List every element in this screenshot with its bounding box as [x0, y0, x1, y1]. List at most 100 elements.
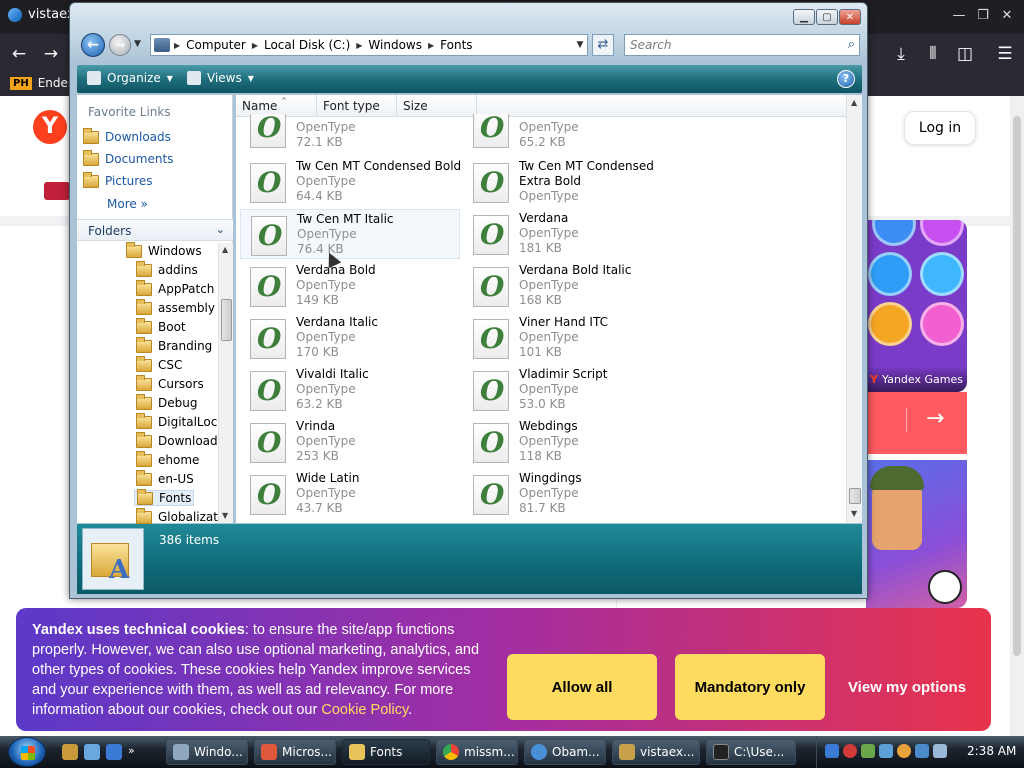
maximize-icon[interactable]: ▢ — [816, 9, 838, 25]
favorite-link-downloads[interactable]: Downloads — [83, 127, 171, 144]
tree-item[interactable]: Globalizatio — [136, 507, 229, 524]
favorite-link-documents[interactable]: Documents — [83, 149, 173, 166]
scroll-up-icon[interactable]: ▲ — [851, 98, 857, 107]
monitor-icon[interactable] — [915, 744, 929, 758]
volume-icon[interactable] — [933, 744, 947, 758]
breadcrumb-segment[interactable]: ▶ Local Disk (C:) — [252, 38, 350, 52]
clock[interactable]: 2:38 AM — [967, 744, 1016, 758]
font-file-item[interactable]: Viner Hand ITC OpenType 101 KB — [463, 313, 683, 363]
quicklaunch-app-icon[interactable] — [62, 744, 78, 760]
scrollbar-thumb[interactable] — [1013, 116, 1021, 656]
forward-button[interactable]: → — [109, 34, 131, 56]
taskbar-button[interactable]: C:\Use... — [706, 739, 796, 765]
font-file-item[interactable]: Vivaldi Italic OpenType 63.2 KB — [240, 365, 460, 415]
sidebar-icon[interactable]: ◫ — [954, 43, 976, 65]
font-file-item[interactable]: Tw Cen MT Italic OpenType 76.4 KB — [240, 209, 460, 259]
more-links-button[interactable]: More » — [107, 197, 148, 211]
chevron-down-icon[interactable]: ⌄ — [216, 223, 225, 236]
tree-item[interactable]: Boot — [136, 317, 186, 334]
tree-item-windows[interactable]: Windows — [126, 241, 202, 258]
download-icon[interactable]: ⤓ — [890, 43, 912, 65]
search-input[interactable]: Search ⌕ — [624, 34, 860, 56]
taskbar-button[interactable]: missm... — [436, 739, 518, 765]
promo-thumbnail[interactable] — [44, 182, 70, 200]
tree-item[interactable]: en-US — [136, 469, 194, 486]
minimize-icon[interactable]: — — [950, 6, 968, 24]
font-file-item[interactable]: Verdana Bold Italic OpenType 168 KB — [463, 261, 683, 311]
browser-tab[interactable]: vistaexl — [8, 7, 78, 22]
tree-item[interactable]: addins — [136, 260, 198, 277]
font-file-item[interactable]: Wingdings OpenType 81.7 KB — [463, 469, 683, 519]
taskbar-button[interactable]: Obam... — [524, 739, 606, 765]
address-bar[interactable]: ▶ Computer ▶ Local Disk (C:) ▶ Windows ▶ Fon… — [150, 34, 588, 56]
tray-app-icon[interactable] — [861, 744, 875, 758]
carousel-next[interactable]: → — [866, 392, 967, 454]
allow-all-button[interactable]: Allow all — [507, 654, 657, 720]
tree-item[interactable]: ehome — [136, 450, 199, 467]
tree-item[interactable]: Debug — [136, 393, 197, 410]
tree-item[interactable]: AppPatch — [136, 279, 214, 296]
font-file-item[interactable]: OpenType 72.1 KB — [240, 114, 460, 154]
tree-item[interactable]: Branding — [136, 336, 212, 353]
font-file-item[interactable]: Verdana OpenType 181 KB — [463, 209, 683, 259]
close-icon[interactable]: ✕ — [998, 6, 1016, 24]
start-button[interactable] — [8, 737, 46, 767]
tree-item[interactable]: Cursors — [136, 374, 204, 391]
folders-header[interactable]: Folders ⌄ — [77, 219, 233, 241]
game-promo-card[interactable] — [866, 460, 967, 608]
tree-item[interactable]: DigitalLock — [136, 412, 224, 429]
forward-arrow-icon[interactable]: → — [40, 43, 62, 65]
breadcrumb-segment[interactable]: ▶ Windows — [356, 38, 422, 52]
tree-item[interactable]: assembly — [136, 298, 215, 315]
breadcrumb-segment[interactable]: ▶ Computer — [174, 38, 246, 52]
font-file-item[interactable]: Wide Latin OpenType 43.7 KB — [240, 469, 460, 519]
show-desktop-icon[interactable] — [84, 744, 100, 760]
column-header-name[interactable]: Name ^ — [242, 97, 287, 113]
recent-pages-dropdown[interactable]: ▼ — [134, 39, 141, 49]
font-file-item[interactable]: Verdana Italic OpenType 170 KB — [240, 313, 460, 363]
favorite-link-pictures[interactable]: Pictures — [83, 171, 153, 188]
cookie-policy-link[interactable]: Cookie Policy — [321, 702, 408, 718]
network-icon[interactable] — [825, 744, 839, 758]
minimize-icon[interactable]: ▁ — [793, 9, 815, 25]
breadcrumb-segment[interactable]: ▶ Fonts — [428, 38, 473, 52]
font-file-item[interactable]: Tw Cen MT Condensed Bold OpenType 64.4 K… — [240, 157, 461, 207]
search-tray-icon[interactable] — [897, 744, 911, 758]
scrollbar-thumb[interactable] — [849, 488, 861, 504]
folders-scrollbar[interactable]: ▲ ▼ — [218, 243, 233, 523]
help-icon[interactable]: ? — [837, 70, 855, 88]
font-file-item[interactable]: Vladimir Script OpenType 53.0 KB — [463, 365, 683, 415]
scroll-up-icon[interactable]: ▲ — [222, 245, 228, 254]
taskbar-button[interactable]: vistaex... — [612, 739, 700, 765]
views-button[interactable]: Views ▼ — [187, 71, 254, 85]
mandatory-only-button[interactable]: Mandatory only — [675, 654, 825, 720]
security-alert-icon[interactable] — [843, 744, 857, 758]
font-file-item[interactable]: Vrinda OpenType 253 KB — [240, 417, 460, 467]
search-icon[interactable]: ⌕ — [848, 37, 855, 52]
chevron-double-right-icon[interactable]: » — [128, 744, 144, 760]
tree-item[interactable]: CSC — [136, 355, 182, 372]
organize-button[interactable]: Organize ▼ — [87, 71, 173, 85]
close-icon[interactable]: ✕ — [839, 9, 861, 25]
menu-icon[interactable]: ☰ — [994, 43, 1016, 65]
page-scrollbar[interactable] — [1010, 96, 1024, 736]
font-file-item[interactable]: Verdana Bold OpenType 149 KB — [240, 261, 460, 311]
back-arrow-icon[interactable]: ← — [8, 43, 30, 65]
tray-app-icon[interactable] — [879, 744, 893, 758]
scrollbar-thumb[interactable] — [221, 299, 232, 341]
chevron-down-icon[interactable]: ▼ — [573, 35, 587, 55]
library-icon[interactable]: ⫴ — [922, 43, 944, 65]
restore-icon[interactable]: ❐ — [974, 6, 992, 24]
yandex-logo[interactable]: Y — [33, 110, 67, 144]
file-list-scrollbar[interactable]: ▲ ▼ — [846, 95, 862, 523]
font-file-item[interactable]: Tw Cen MT Condensed Extra Bold OpenType — [463, 157, 683, 207]
font-file-item[interactable]: Webdings OpenType 118 KB — [463, 417, 683, 467]
view-options-button[interactable]: View my options — [836, 654, 978, 720]
internet-explorer-icon[interactable] — [106, 744, 122, 760]
font-file-item[interactable]: OpenType 65.2 KB — [463, 114, 683, 154]
taskbar-button[interactable]: Windo... — [166, 739, 248, 765]
taskbar-button-fonts[interactable]: Fonts — [342, 739, 430, 765]
refresh-button[interactable]: ⇄ — [592, 34, 614, 56]
back-button[interactable]: ← — [81, 33, 105, 57]
scroll-down-icon[interactable]: ▼ — [851, 509, 857, 518]
